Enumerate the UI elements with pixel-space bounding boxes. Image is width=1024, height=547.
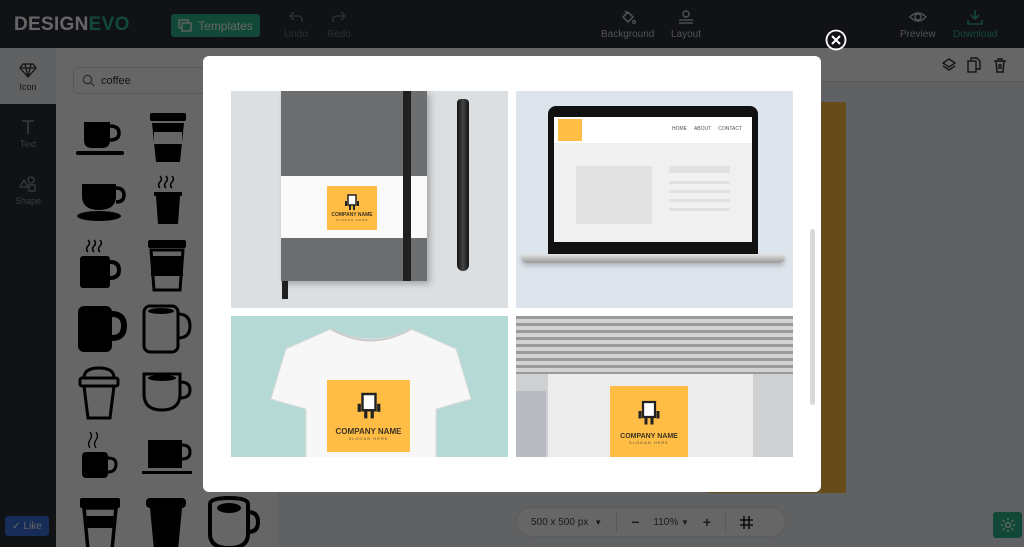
robot-logo-icon (638, 400, 660, 424)
robot-logo-icon (357, 392, 380, 419)
company-logo-card: COMPANY NAME SLOGAN HERE (610, 386, 688, 457)
placeholder-line (669, 166, 730, 173)
website-nav: HOME ABOUT CONTACT (671, 126, 742, 132)
placeholder-line (669, 208, 730, 211)
pen (457, 99, 469, 271)
robot-logo-icon (345, 194, 359, 210)
ceiling (516, 316, 793, 374)
placeholder-line (669, 181, 730, 184)
placeholder-line (669, 199, 730, 202)
company-logo-card: COMPANY NAME SLOGAN HERE (327, 380, 410, 452)
placeholder-image (576, 166, 652, 224)
office-wall-mockup: COMPANY NAME SLOGAN HERE (516, 316, 793, 457)
designevo-app: DESIGNEVO Templates Undo Redo Background… (0, 0, 1024, 547)
tshirt-mockup: COMPANY NAME SLOGAN HERE (231, 316, 508, 457)
mockup-gallery: COMPANY NAME SLOGAN HERE HOME ABOUT CONT… (231, 91, 793, 457)
website-logo (558, 119, 582, 141)
notebook-elastic (403, 91, 411, 281)
laptop-screen: HOME ABOUT CONTACT (554, 117, 752, 242)
laptop-mockup: HOME ABOUT CONTACT (516, 91, 793, 308)
company-logo-card: COMPANY NAME SLOGAN HERE (327, 186, 377, 230)
window (516, 391, 546, 457)
placeholder-line (669, 190, 730, 193)
bookmark-ribbon (282, 281, 288, 299)
modal-scrollbar[interactable] (810, 229, 815, 405)
website-header: HOME ABOUT CONTACT (554, 117, 752, 143)
laptop-base (521, 254, 785, 263)
mockup-preview-modal: COMPANY NAME SLOGAN HERE HOME ABOUT CONT… (203, 56, 821, 492)
notebook-mockup: COMPANY NAME SLOGAN HERE (231, 91, 508, 308)
close-modal-icon[interactable] (825, 29, 847, 51)
